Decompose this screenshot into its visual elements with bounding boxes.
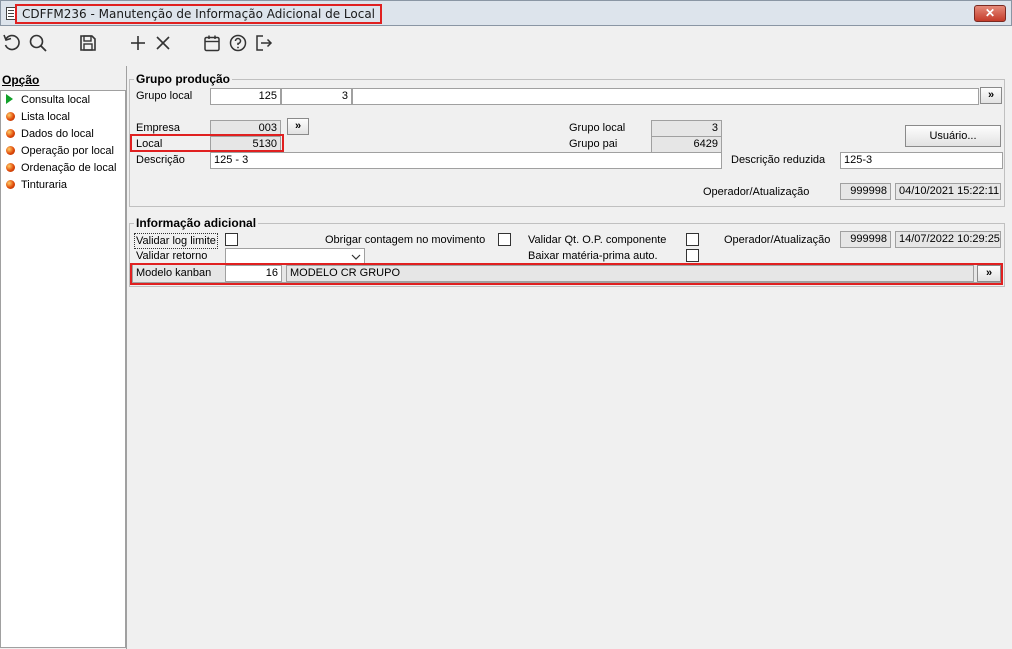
- grupo-pai-field: 6429: [651, 136, 722, 153]
- title-bar: CDFFM236 - Manutenção de Informação Adic…: [0, 0, 1012, 26]
- baixar-materia-prima-label: Baixar matéria-prima auto.: [528, 250, 658, 262]
- info-adicional-title: Informação adicional: [134, 216, 259, 230]
- grupo-local-description-field: [352, 88, 979, 105]
- options-header: Opção: [2, 73, 40, 87]
- refresh-icon[interactable]: [2, 33, 22, 53]
- options-panel: Opção Consulta local Lista local Dados d…: [0, 66, 126, 649]
- calendar-icon[interactable]: [202, 33, 222, 53]
- operador-field: 999998: [840, 183, 891, 200]
- option-label: Consulta local: [21, 94, 91, 106]
- option-dados-do-local[interactable]: Dados do local: [6, 126, 94, 142]
- operador-field-2: 999998: [840, 231, 891, 248]
- atualizacao-field-2: 14/07/2022 10:29:25: [895, 231, 1001, 248]
- option-label: Tinturaria: [21, 179, 68, 191]
- option-label: Ordenação de local: [21, 162, 117, 174]
- grupo-local-field-1[interactable]: 125: [210, 88, 281, 105]
- empresa-label: Empresa: [136, 122, 181, 134]
- option-lista-local[interactable]: Lista local: [6, 109, 70, 125]
- validar-qt-op-checkbox[interactable]: [686, 233, 699, 246]
- exit-icon[interactable]: [254, 33, 274, 53]
- help-icon[interactable]: [228, 33, 248, 53]
- descricao-reduzida-field[interactable]: 125-3: [840, 152, 1003, 169]
- validar-log-limite-label: Validar log limite: [134, 233, 218, 249]
- red-dot-icon: [6, 180, 15, 189]
- search-icon[interactable]: [28, 33, 48, 53]
- modelo-kanban-highlight: [130, 263, 1003, 285]
- validar-retorno-label: Validar retorno: [136, 250, 208, 262]
- option-label: Operação por local: [21, 145, 114, 157]
- option-tinturaria[interactable]: Tinturaria: [6, 177, 67, 193]
- atualizacao-field: 04/10/2021 15:22:11: [895, 183, 1001, 200]
- operador-atualizacao-label-2: Operador/Atualização: [724, 234, 831, 246]
- red-dot-icon: [6, 112, 15, 121]
- obrigar-contagem-checkbox[interactable]: [498, 233, 511, 246]
- green-arrow-icon: [6, 94, 13, 104]
- grupo-producao-title: Grupo produção: [134, 72, 232, 86]
- grupo-local-label: Grupo local: [136, 90, 193, 102]
- descricao-reduzida-label: Descrição reduzida: [731, 154, 826, 166]
- option-label: Lista local: [21, 111, 70, 123]
- local-highlight: [130, 134, 284, 152]
- grupo-local-field-2[interactable]: 3: [281, 88, 352, 105]
- red-dot-icon: [6, 146, 15, 155]
- option-operacao-por-local[interactable]: Operação por local: [6, 143, 114, 159]
- red-dot-icon: [6, 129, 15, 138]
- delete-icon[interactable]: [153, 33, 173, 53]
- usuario-button[interactable]: Usuário...: [905, 125, 1001, 147]
- main-panel: Grupo produção Grupo local 125 3 » Empre…: [126, 66, 1012, 649]
- toolbar: [0, 27, 1012, 61]
- grupo-local-lookup-button[interactable]: »: [980, 87, 1002, 104]
- grupo-local-2-label: Grupo local: [569, 122, 626, 134]
- save-icon[interactable]: [78, 33, 98, 53]
- red-dot-icon: [6, 163, 15, 172]
- window-title: CDFFM236 - Manutenção de Informação Adic…: [15, 4, 383, 24]
- option-consulta-local[interactable]: Consulta local: [6, 92, 90, 108]
- validar-qt-op-label: Validar Qt. O.P. componente: [528, 234, 667, 246]
- option-label: Dados do local: [21, 128, 94, 140]
- descricao-field[interactable]: 125 - 3: [210, 152, 722, 169]
- add-icon[interactable]: [128, 33, 148, 53]
- operador-atualizacao-label: Operador/Atualização: [703, 186, 810, 198]
- baixar-materia-prima-checkbox[interactable]: [686, 249, 699, 262]
- validar-log-limite-checkbox[interactable]: [225, 233, 238, 246]
- descricao-label: Descrição: [136, 154, 185, 166]
- grupo-pai-label: Grupo pai: [569, 138, 618, 150]
- options-list: Consulta local Lista local Dados do loca…: [0, 90, 126, 648]
- obrigar-contagem-label: Obrigar contagem no movimento: [325, 234, 486, 246]
- close-button[interactable]: ✕: [974, 5, 1006, 22]
- empresa-lookup-button[interactable]: »: [287, 118, 309, 135]
- grupo-local-2-field: 3: [651, 120, 722, 137]
- option-ordenacao-de-local[interactable]: Ordenação de local: [6, 160, 116, 176]
